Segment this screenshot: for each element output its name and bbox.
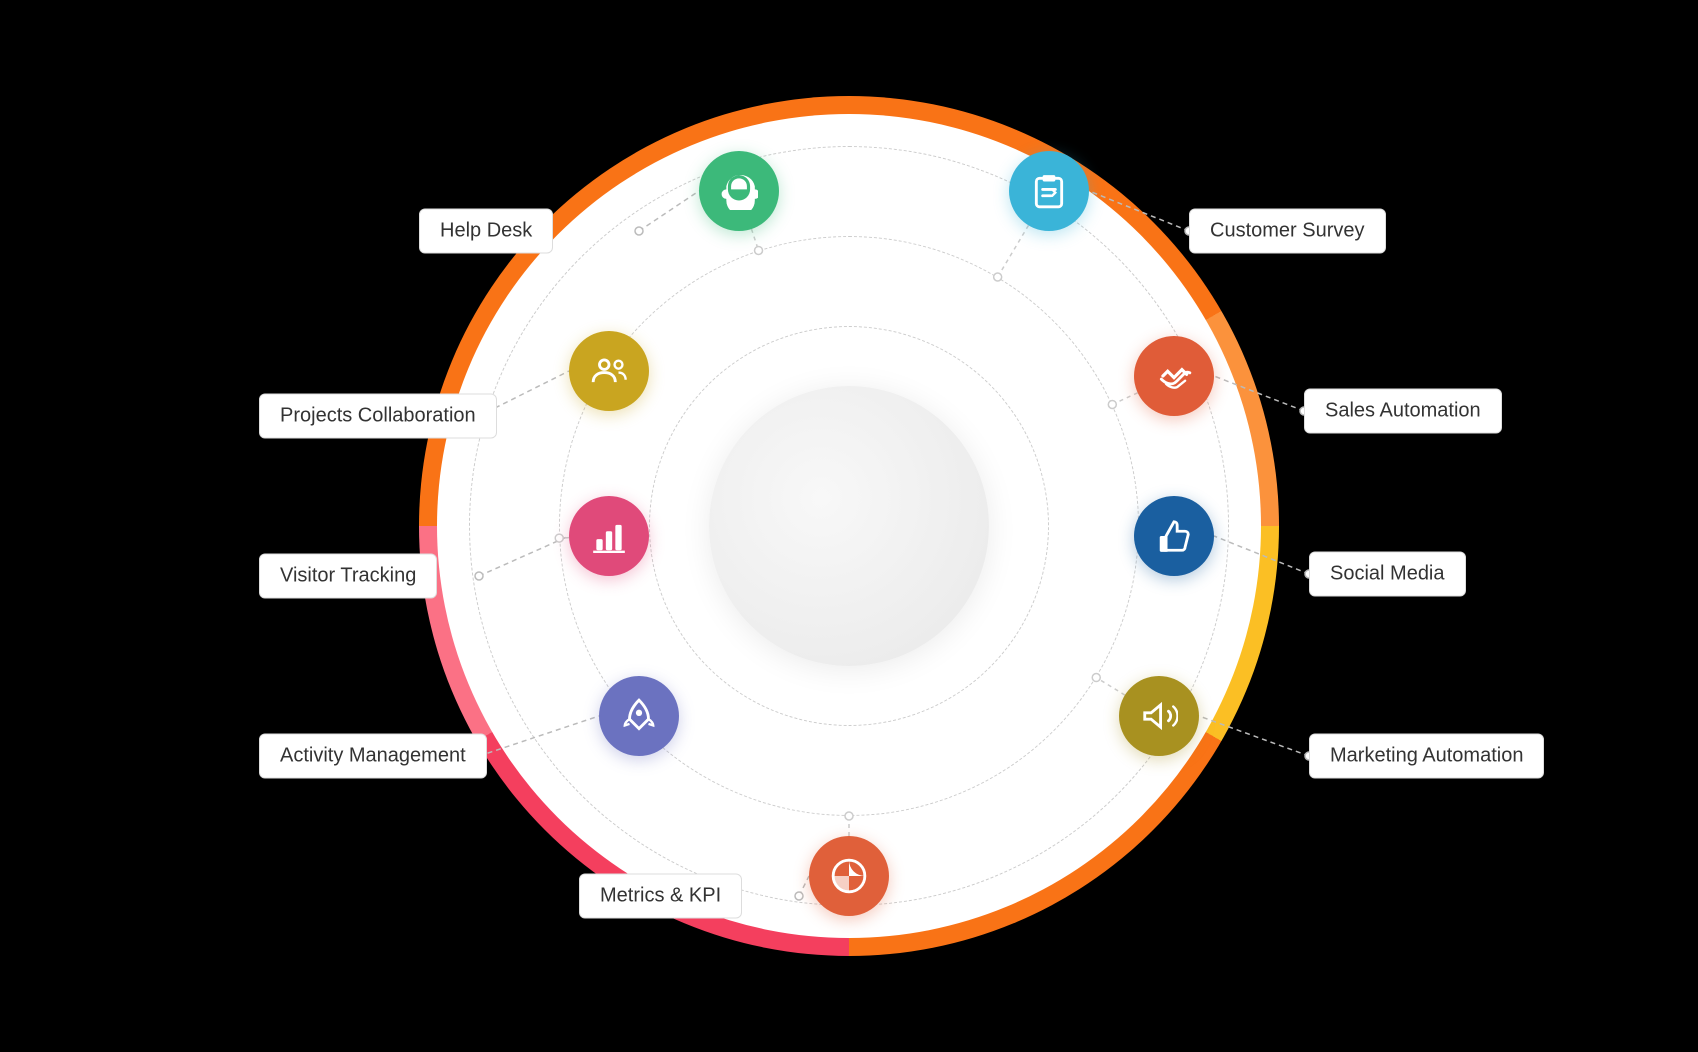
customer-survey-label: Customer Survey bbox=[1189, 209, 1386, 254]
visitor-tracking-icon-circle bbox=[569, 496, 649, 576]
projects-collaboration-label: Projects Collaboration bbox=[259, 394, 497, 439]
marketing-automation-label: Marketing Automation bbox=[1309, 734, 1544, 779]
activity-management-icon-circle bbox=[599, 676, 679, 756]
center-circle bbox=[709, 386, 989, 666]
social-media-label: Social Media bbox=[1309, 552, 1466, 597]
help-desk-label: Help Desk bbox=[419, 209, 553, 254]
social-media-icon-circle bbox=[1134, 496, 1214, 576]
activity-management-label: Activity Management bbox=[259, 734, 487, 779]
metrics-kpi-label: Metrics & KPI bbox=[579, 874, 742, 919]
customer-survey-icon-circle bbox=[1009, 151, 1089, 231]
metrics-kpi-icon-circle bbox=[809, 836, 889, 916]
projects-collaboration-icon-circle bbox=[569, 331, 649, 411]
crm-diagram: Help Desk Customer Survey Projects Collabo… bbox=[249, 36, 1449, 1016]
sales-automation-icon-circle bbox=[1134, 336, 1214, 416]
marketing-automation-icon-circle bbox=[1119, 676, 1199, 756]
sales-automation-label: Sales Automation bbox=[1304, 389, 1502, 434]
visitor-tracking-label: Visitor Tracking bbox=[259, 554, 437, 599]
help-desk-icon-circle bbox=[699, 151, 779, 231]
